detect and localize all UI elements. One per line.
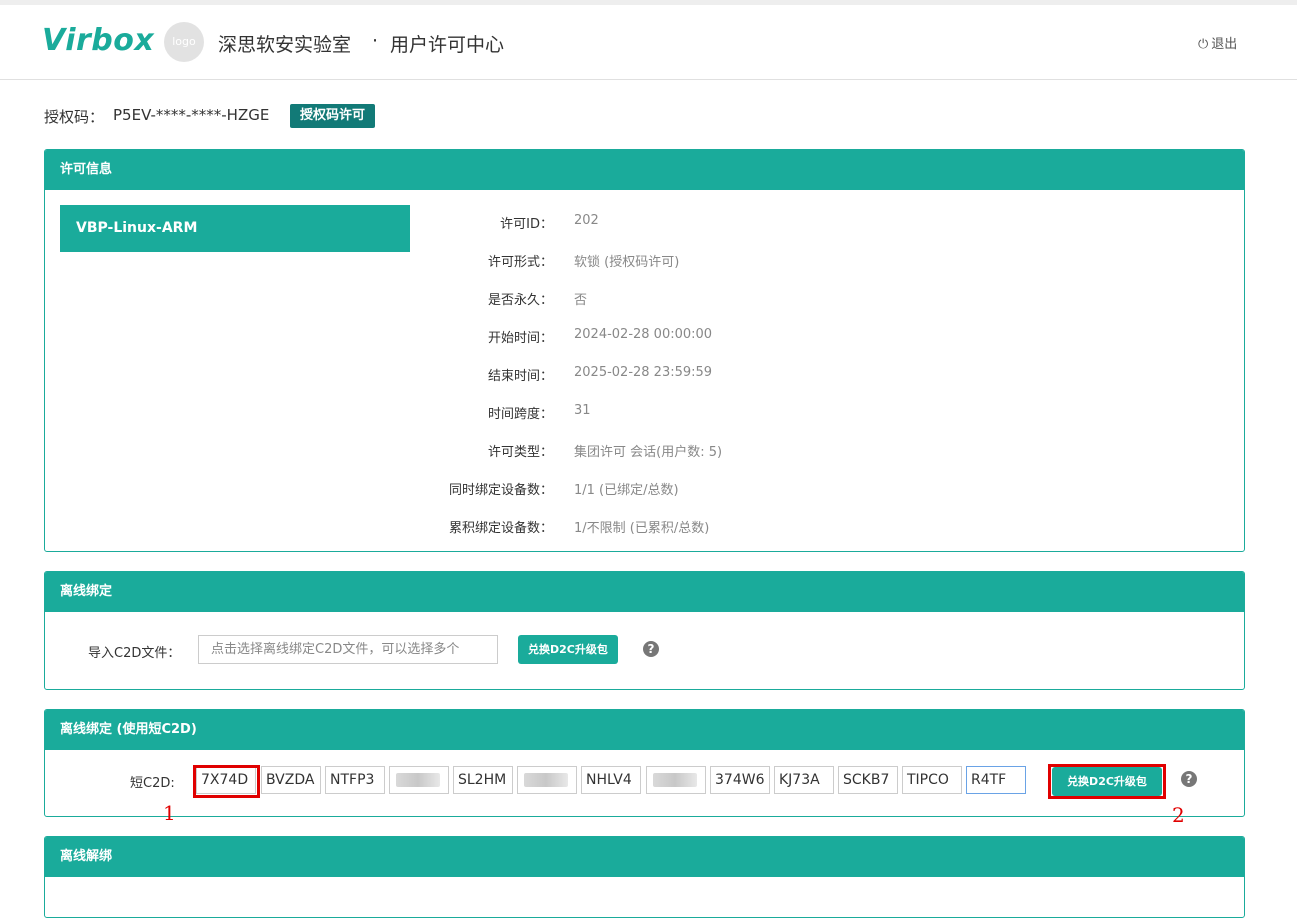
redeem-d2c-button[interactable]: 兑换D2C升级包 (518, 635, 618, 664)
short-c2d-segment-input[interactable]: NHLV4 (581, 766, 641, 794)
authcode-value: P5EV-****-****-HZGE (113, 106, 270, 124)
page-title: 用户许可中心 (390, 34, 505, 56)
short-c2d-segment-input[interactable]: BVZDA (261, 766, 321, 794)
license-field-value-text: 2024-02-28 00:00:00 (574, 327, 713, 342)
license-field-value-text: 31 (574, 403, 591, 418)
short-c2d-segment-input[interactable]: TIPCO (902, 766, 962, 794)
license-field-key-text: 开始时间： (487, 331, 553, 346)
license-field-key-text: 累积绑定设备数： (448, 521, 553, 536)
license-field-value-text: 1/1 (已绑定/总数) (574, 483, 679, 498)
license-field-value-text: 202 (574, 213, 599, 228)
highlight-box-1 (193, 765, 260, 798)
license-field-value-text: 集团许可 会话(用户数: 5) (574, 445, 723, 460)
short-c2d-segment-input[interactable]: KJ73A (774, 766, 834, 794)
offline-unbind-title: 离线解绑 (45, 837, 1244, 877)
org-logo-placeholder: logo (164, 22, 204, 62)
license-field-key-text: 许可形式： (487, 255, 553, 270)
license-field-key: 累积绑定设备数： (303, 517, 553, 537)
license-field-key: 时间跨度： (303, 403, 553, 423)
license-field-key: 许可类型： (303, 441, 553, 461)
license-field-key-text: 许可ID： (500, 217, 553, 232)
question-circle-icon[interactable]: ? (643, 641, 659, 657)
license-field-key-text: 结束时间： (487, 369, 553, 384)
offline-bind-title: 离线绑定 (45, 572, 1244, 612)
license-field-key-text: 同时绑定设备数： (448, 483, 553, 498)
annotation-marker-2: 2 (1172, 803, 1185, 827)
offline-unbind-panel: 离线解绑 (44, 836, 1245, 918)
short-c2d-segment-input[interactable]: SL2HM (453, 766, 513, 794)
short-c2d-segment-input[interactable]: SCKB7 (838, 766, 898, 794)
license-field-key: 许可ID： (303, 213, 553, 233)
license-info-title: 许可信息 (45, 150, 1244, 190)
short-c2d-segment-input[interactable] (389, 766, 449, 794)
annotation-marker-1: 1 (163, 801, 176, 825)
logout-label: 退出 (1211, 37, 1238, 52)
offline-bind-short-title: 离线绑定 (使用短C2D) (45, 710, 1244, 750)
short-c2d-label: 短C2D: (130, 776, 175, 791)
short-c2d-segment-input[interactable]: 374W6 (710, 766, 770, 794)
offline-bind-short-panel: 离线绑定 (使用短C2D) (44, 709, 1245, 817)
license-field-key: 许可形式： (303, 251, 553, 271)
license-field-value-text: 1/不限制 (已累积/总数) (574, 521, 710, 536)
short-c2d-segment-input[interactable]: NTFP3 (325, 766, 385, 794)
license-field-value-text: 软锁 (授权码许可) (574, 255, 680, 270)
license-field-key: 开始时间： (303, 327, 553, 347)
license-field-key: 结束时间： (303, 365, 553, 385)
brand-logo: Virbox (42, 23, 155, 58)
highlight-box-2 (1048, 764, 1166, 799)
org-name: 深思软安实验室 (218, 34, 352, 56)
power-icon: ⏻ (1198, 37, 1209, 52)
offline-bind-panel: 离线绑定 (44, 571, 1245, 690)
page-header: Virbox logo 深思软安实验室 · 用户许可中心 ⏻ 退出 (0, 5, 1297, 80)
license-field-value-text: 否 (574, 293, 588, 308)
authcode-type-badge: 授权码许可 (290, 104, 376, 128)
question-circle-icon[interactable]: ? (1181, 771, 1197, 787)
c2d-file-input[interactable]: 点击选择离线绑定C2D文件，可以选择多个 (198, 635, 498, 664)
license-field-key-text: 是否永久： (487, 293, 553, 308)
license-field-value-text: 2025-02-28 23:59:59 (574, 365, 713, 380)
license-field-key-text: 时间跨度： (487, 407, 553, 422)
license-field-key: 同时绑定设备数： (303, 479, 553, 499)
license-field-key: 是否永久： (303, 289, 553, 309)
license-field-key-text: 许可类型： (487, 445, 553, 460)
authcode-label: 授权码： (44, 108, 105, 126)
short-c2d-segment-input[interactable]: R4TF (966, 766, 1026, 794)
license-info-panel: 许可信息 VBP-Linux-ARM 许可ID： 202 许可形式： 软锁 (授权码许… (44, 149, 1245, 552)
logout-link[interactable]: ⏻ 退出 (1198, 33, 1237, 52)
import-c2d-label: 导入C2D文件： (88, 646, 181, 661)
short-c2d-segment-input[interactable] (517, 766, 577, 794)
short-c2d-segment-input[interactable] (646, 766, 706, 794)
title-separator: · (372, 30, 379, 52)
